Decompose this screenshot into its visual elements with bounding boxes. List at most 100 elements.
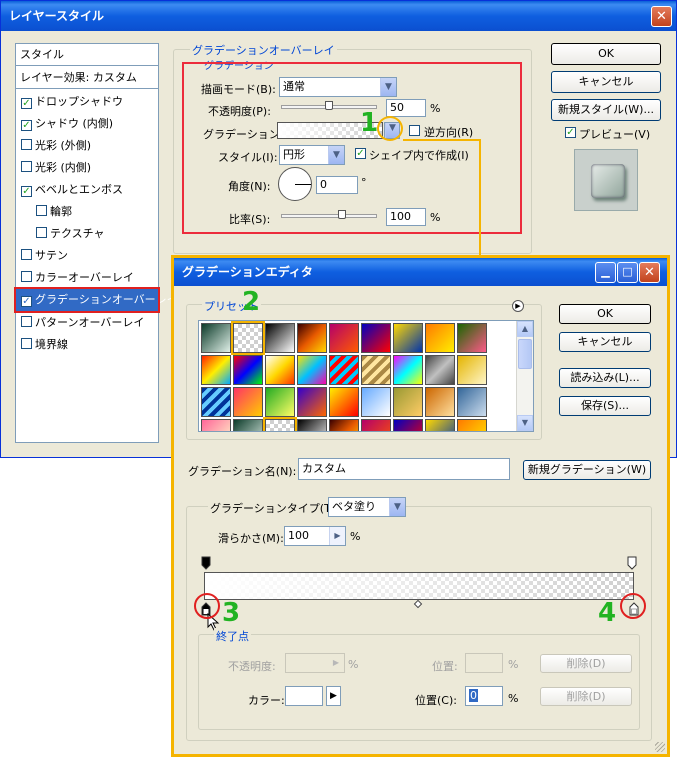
checkbox[interactable] [36, 227, 47, 238]
annotation-1-circle [377, 116, 403, 141]
preset-swatch[interactable] [265, 355, 295, 385]
preset-swatch[interactable] [329, 387, 359, 417]
checkbox[interactable] [21, 139, 32, 150]
new-style-button[interactable]: 新規スタイル(W)... [551, 99, 661, 121]
preset-swatch[interactable] [297, 387, 327, 417]
load-button[interactable]: 読み込み(L)... [559, 368, 651, 388]
preset-swatch[interactable] [425, 419, 455, 431]
layer-style-titlebar: レイヤースタイル [1, 1, 676, 31]
preset-swatch[interactable] [201, 355, 231, 385]
preset-swatch[interactable] [265, 387, 295, 417]
preset-swatch[interactable] [457, 387, 487, 417]
preset-swatch[interactable] [201, 419, 231, 431]
opacity-stop-left[interactable] [201, 556, 211, 570]
blending-options-header[interactable]: レイヤー効果: カスタム [16, 67, 158, 89]
effect-satin[interactable]: サテン [16, 245, 158, 267]
effect-gradient-overlay[interactable]: ✓ グラデーションオーバーレイ [14, 287, 178, 313]
save-button[interactable]: 保存(S)... [559, 396, 651, 416]
checkbox[interactable] [21, 161, 32, 172]
effect-texture[interactable]: テクスチャ [16, 223, 158, 245]
scroll-thumb[interactable] [518, 339, 532, 369]
preset-swatch[interactable] [361, 419, 391, 431]
preset-swatch[interactable] [201, 387, 231, 417]
checkbox[interactable] [21, 271, 32, 282]
checkbox[interactable]: ✓ [21, 296, 32, 307]
checkbox[interactable]: ✓ [21, 98, 32, 109]
preset-swatch[interactable] [457, 323, 487, 353]
checkbox[interactable] [36, 205, 47, 216]
new-gradient-button[interactable]: 新規グラデーション(W) [523, 460, 651, 480]
preset-swatch[interactable] [297, 419, 327, 431]
effect-stroke[interactable]: 境界線 [16, 334, 158, 356]
gradient-name-input[interactable]: カスタム [298, 458, 510, 480]
preset-swatch[interactable] [263, 417, 297, 431]
scroll-down-button[interactable]: ▼ [517, 415, 533, 431]
gradient-type-select[interactable]: ベタ塗り ▼ [328, 497, 406, 517]
editor-close-button[interactable]: ✕ [639, 262, 660, 283]
preset-swatch[interactable] [425, 323, 455, 353]
editor-title: グラデーションエディタ [182, 265, 313, 279]
editor-cancel-button[interactable]: キャンセル [559, 332, 651, 352]
smoothness-input[interactable]: 100 ▶ [284, 526, 346, 546]
preset-swatch[interactable] [233, 387, 263, 417]
color-menu-button[interactable]: ▶ [326, 686, 341, 706]
preset-swatch[interactable] [393, 323, 423, 353]
effect-inner-glow[interactable]: 光彩 (内側) [16, 157, 158, 179]
checkbox[interactable]: ✓ [21, 120, 32, 131]
preset-swatch[interactable] [201, 323, 231, 353]
stop-color-swatch[interactable] [285, 686, 323, 706]
effect-pattern-overlay[interactable]: パターンオーバーレイ [16, 312, 158, 334]
preset-swatch[interactable] [329, 355, 359, 385]
preview-checkbox[interactable]: ✓ [565, 127, 576, 138]
checkbox[interactable] [21, 249, 32, 260]
preset-swatch[interactable] [297, 355, 327, 385]
preset-swatch[interactable] [361, 387, 391, 417]
annotation-connector-v [479, 139, 481, 259]
effects-list: スタイル レイヤー効果: カスタム ✓ ドロップシャドウ ✓ シャドウ (内側) 光… [14, 43, 178, 443]
checkbox[interactable] [21, 338, 32, 349]
preset-swatch[interactable] [393, 355, 423, 385]
preset-swatch[interactable] [457, 355, 487, 385]
preset-swatch[interactable] [233, 419, 263, 431]
cancel-button[interactable]: キャンセル [551, 71, 661, 93]
opacity-stop-right[interactable] [627, 556, 637, 570]
preset-swatch[interactable] [457, 419, 487, 431]
effect-drop-shadow[interactable]: ✓ ドロップシャドウ [16, 91, 158, 113]
preset-swatch[interactable] [329, 419, 359, 431]
preset-swatch[interactable] [297, 323, 327, 353]
preset-swatch[interactable] [265, 323, 295, 353]
presets-scrollbar[interactable]: ▲ ▼ [516, 321, 533, 431]
checkbox[interactable] [21, 316, 32, 327]
play-icon: ▶ [332, 658, 340, 667]
effect-outer-glow[interactable]: 光彩 (外側) [16, 135, 158, 157]
minimize-button[interactable]: ▁ [595, 262, 616, 283]
close-button[interactable]: ✕ [651, 6, 672, 27]
minimize-icon: ▁ [601, 265, 610, 278]
editor-ok-button[interactable]: OK [559, 304, 651, 324]
preset-swatch[interactable] [361, 323, 391, 353]
effect-color-overlay[interactable]: カラーオーバーレイ [16, 267, 158, 289]
color-location-input[interactable]: 0 [465, 686, 503, 706]
preset-swatch[interactable] [329, 323, 359, 353]
resize-grip[interactable] [655, 742, 665, 752]
effect-contour[interactable]: 輪郭 [16, 201, 158, 223]
preset-swatch[interactable] [393, 419, 423, 431]
scroll-up-button[interactable]: ▲ [517, 321, 533, 337]
presets-menu-button[interactable]: ▶ [512, 300, 524, 312]
preset-swatch[interactable] [425, 387, 455, 417]
effect-inner-shadow[interactable]: ✓ シャドウ (内側) [16, 113, 158, 135]
maximize-button[interactable]: □ [617, 262, 638, 283]
preset-swatch[interactable] [393, 387, 423, 417]
preset-swatch[interactable] [231, 321, 265, 355]
effect-bevel-emboss[interactable]: ✓ ベベルとエンボス [16, 179, 158, 201]
close-icon: ✕ [644, 265, 655, 280]
gradient-bar[interactable] [204, 572, 634, 600]
preset-swatch[interactable] [233, 355, 263, 385]
styles-header[interactable]: スタイル [16, 44, 158, 66]
preset-swatch[interactable] [425, 355, 455, 385]
ok-button[interactable]: OK [551, 43, 661, 65]
checkbox[interactable]: ✓ [21, 186, 32, 197]
play-icon[interactable]: ▶ [329, 527, 345, 545]
stop-opacity-input: ▶ [285, 653, 345, 673]
preset-swatch[interactable] [361, 355, 391, 385]
